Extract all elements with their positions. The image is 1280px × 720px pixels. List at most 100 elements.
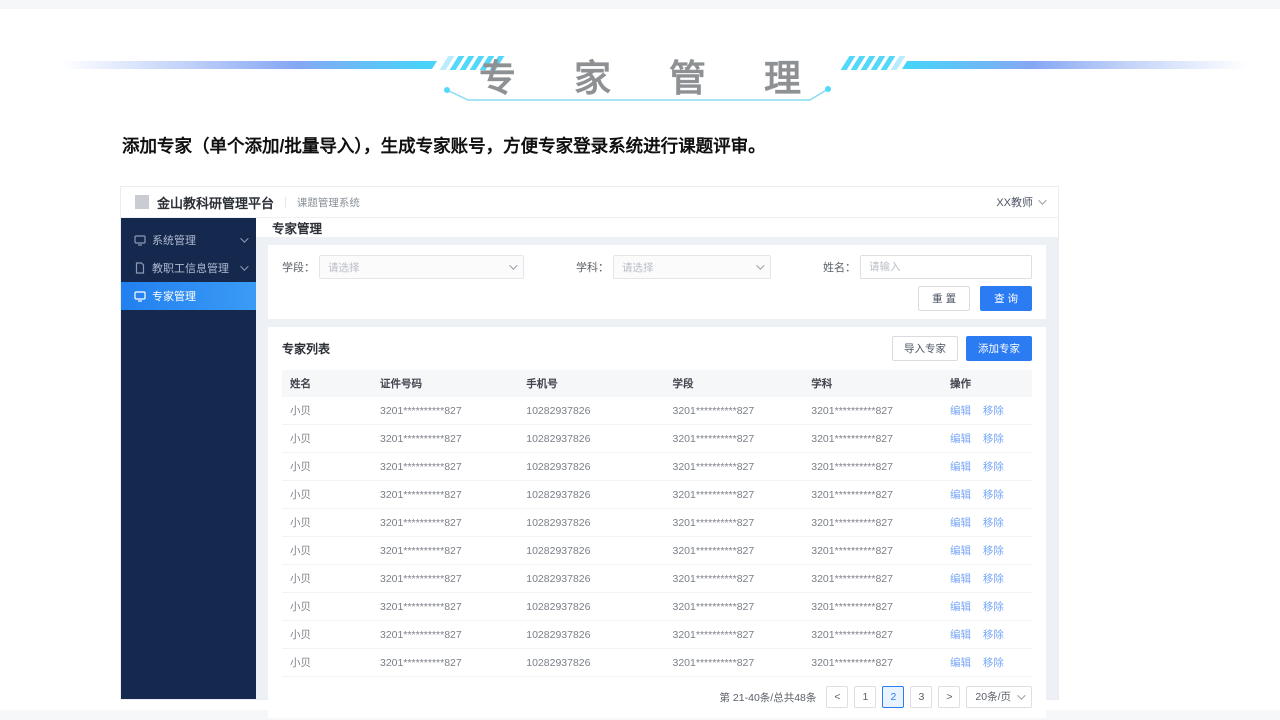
pagination-summary: 第 21-40条/总共48条 <box>720 690 817 705</box>
edit-link[interactable]: 编辑 <box>950 517 971 529</box>
search-button[interactable]: 查 询 <box>980 286 1032 311</box>
page-button-3[interactable]: 3 <box>910 686 932 708</box>
document-icon <box>134 262 146 274</box>
user-menu[interactable]: XX教师 <box>996 194 1044 210</box>
cell-cert-number: 3201**********827 <box>372 537 518 565</box>
edit-link[interactable]: 编辑 <box>950 489 971 501</box>
header-divider: | <box>284 196 287 208</box>
cell-phone: 10282937826 <box>518 565 664 593</box>
add-expert-button[interactable]: 添加专家 <box>966 336 1032 361</box>
edit-link[interactable]: 编辑 <box>950 657 971 669</box>
cell-cert-number: 3201**********827 <box>372 425 518 453</box>
top-edge-strip <box>0 0 1280 9</box>
remove-link[interactable]: 移除 <box>983 489 1004 501</box>
col-subject: 学科 <box>803 370 942 397</box>
remove-link[interactable]: 移除 <box>983 601 1004 613</box>
chevron-down-icon <box>240 234 248 242</box>
pagination: 第 21-40条/总共48条 < 1 2 3 > 20条/页 <box>282 686 1032 708</box>
cell-cert-number: 3201**********827 <box>372 621 518 649</box>
cell-cert-number: 3201**********827 <box>372 481 518 509</box>
cell-actions: 编辑 移除 <box>942 425 1032 453</box>
cell-stage: 3201**********827 <box>665 481 804 509</box>
cell-actions: 编辑 移除 <box>942 537 1032 565</box>
list-title: 专家列表 <box>282 340 892 357</box>
cell-subject: 3201**********827 <box>803 509 942 537</box>
edit-link[interactable]: 编辑 <box>950 433 971 445</box>
cell-subject: 3201**********827 <box>803 425 942 453</box>
subject-select[interactable]: 请选择 <box>613 255 771 279</box>
cell-name: 小贝 <box>282 509 372 537</box>
cell-actions: 编辑 移除 <box>942 509 1032 537</box>
table-row: 小贝 3201**********827 10282937826 3201***… <box>282 425 1032 453</box>
subject-label: 学科： <box>576 259 609 275</box>
stage-select[interactable]: 请选择 <box>319 255 524 279</box>
slide-background: 专家管理 添加专家（单个添加/批量导入），生成专家账号，方便专家登录系统进行课题… <box>0 0 1280 720</box>
main-content: 专家管理 学段： 请选择 学科： 请 <box>256 218 1058 699</box>
description-text: 添加专家（单个添加/批量导入），生成专家账号，方便专家登录系统进行课题评审。 <box>122 133 766 158</box>
edit-link[interactable]: 编辑 <box>950 629 971 641</box>
remove-link[interactable]: 移除 <box>983 545 1004 557</box>
cell-actions: 编辑 移除 <box>942 453 1032 481</box>
page-button-2[interactable]: 2 <box>882 686 904 708</box>
chevron-down-icon <box>756 261 764 269</box>
cell-name: 小贝 <box>282 481 372 509</box>
remove-link[interactable]: 移除 <box>983 461 1004 473</box>
edit-link[interactable]: 编辑 <box>950 545 971 557</box>
edit-link[interactable]: 编辑 <box>950 461 971 473</box>
remove-link[interactable]: 移除 <box>983 629 1004 641</box>
remove-link[interactable]: 移除 <box>983 405 1004 417</box>
sidebar-item-system-management[interactable]: 系统管理 <box>121 226 256 254</box>
remove-link[interactable]: 移除 <box>983 517 1004 529</box>
chevron-down-icon <box>1038 196 1046 204</box>
cell-phone: 10282937826 <box>518 593 664 621</box>
remove-link[interactable]: 移除 <box>983 657 1004 669</box>
cell-name: 小贝 <box>282 425 372 453</box>
sidebar-item-staff-info-management[interactable]: 教职工信息管理 <box>121 254 256 282</box>
cell-phone: 10282937826 <box>518 397 664 425</box>
table-header-row: 姓名 证件号码 手机号 学段 学科 操作 <box>282 370 1032 397</box>
cell-stage: 3201**********827 <box>665 509 804 537</box>
cell-name: 小贝 <box>282 565 372 593</box>
cell-phone: 10282937826 <box>518 509 664 537</box>
edit-link[interactable]: 编辑 <box>950 601 971 613</box>
col-name: 姓名 <box>282 370 372 397</box>
edit-link[interactable]: 编辑 <box>950 573 971 585</box>
cell-stage: 3201**********827 <box>665 453 804 481</box>
table-row: 小贝 3201**********827 10282937826 3201***… <box>282 509 1032 537</box>
app-logo-icon <box>135 195 149 209</box>
col-stage: 学段 <box>665 370 804 397</box>
col-cert-number: 证件号码 <box>372 370 518 397</box>
cell-cert-number: 3201**********827 <box>372 593 518 621</box>
edit-link[interactable]: 编辑 <box>950 405 971 417</box>
cell-phone: 10282937826 <box>518 537 664 565</box>
cell-phone: 10282937826 <box>518 425 664 453</box>
page-size-select[interactable]: 20条/页 <box>966 686 1032 708</box>
table-row: 小贝 3201**********827 10282937826 3201***… <box>282 481 1032 509</box>
table-row: 小贝 3201**********827 10282937826 3201***… <box>282 397 1032 425</box>
page-button-1[interactable]: 1 <box>854 686 876 708</box>
cell-subject: 3201**********827 <box>803 397 942 425</box>
cell-phone: 10282937826 <box>518 453 664 481</box>
cell-stage: 3201**********827 <box>665 649 804 677</box>
expert-table: 姓名 证件号码 手机号 学段 学科 操作 小贝 3201********** <box>282 370 1032 677</box>
chevron-down-icon <box>1017 691 1025 699</box>
user-name: XX教师 <box>996 194 1033 210</box>
app-header: 金山教科研管理平台 | 课题管理系统 XX教师 <box>121 187 1058 218</box>
reset-button[interactable]: 重 置 <box>918 286 970 311</box>
name-input[interactable] <box>860 255 1032 279</box>
banner-underline <box>438 84 838 106</box>
cell-actions: 编辑 移除 <box>942 481 1032 509</box>
cell-actions: 编辑 移除 <box>942 621 1032 649</box>
sidebar-item-expert-management[interactable]: 专家管理 <box>121 282 256 310</box>
import-expert-button[interactable]: 导入专家 <box>892 336 958 361</box>
remove-link[interactable]: 移除 <box>983 433 1004 445</box>
cell-actions: 编辑 移除 <box>942 565 1032 593</box>
cell-cert-number: 3201**********827 <box>372 397 518 425</box>
remove-link[interactable]: 移除 <box>983 573 1004 585</box>
filter-card: 学段： 请选择 学科： 请选择 <box>268 245 1046 319</box>
prev-page-button[interactable]: < <box>826 686 848 708</box>
name-label: 姓名： <box>823 259 856 275</box>
next-page-button[interactable]: > <box>938 686 960 708</box>
banner-right-bar <box>902 61 1247 69</box>
stage-label: 学段： <box>282 259 315 275</box>
